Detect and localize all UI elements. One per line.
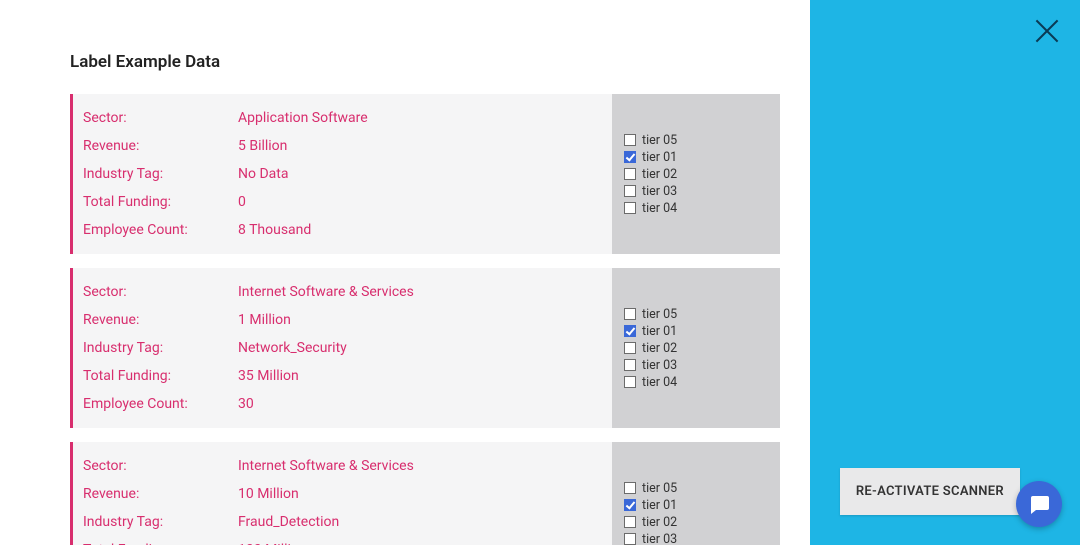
tier-label: tier 05 (642, 307, 677, 322)
tier-checkbox-03[interactable]: tier 03 (624, 357, 768, 374)
tier-selector: tier 05 tier 01 tier 02 tier 03 tier 04 (612, 268, 780, 428)
field-row-employee-count: Employee Count: 8 Thousand (83, 216, 612, 244)
field-row-revenue: Revenue: 10 Million (83, 480, 612, 508)
card-details: Sector: Internet Software & Services Rev… (70, 442, 612, 545)
checkbox-icon (624, 308, 636, 320)
field-label: Revenue: (83, 312, 238, 328)
field-label: Sector: (83, 458, 238, 474)
field-row-revenue: Revenue: 1 Million (83, 306, 612, 334)
field-value: 35 Million (238, 368, 299, 384)
checkbox-icon (624, 168, 636, 180)
field-row-sector: Sector: Internet Software & Services (83, 452, 612, 480)
field-label: Total Funding: (83, 368, 238, 384)
tier-checkbox-04[interactable]: tier 04 (624, 374, 768, 391)
tier-checkbox-03[interactable]: tier 03 (624, 183, 768, 200)
field-row-industry-tag: Industry Tag: Network_Security (83, 334, 612, 362)
field-label: Industry Tag: (83, 514, 238, 530)
field-row-revenue: Revenue: 5 Billion (83, 132, 612, 160)
tier-label: tier 02 (642, 515, 677, 530)
tier-checkbox-02[interactable]: tier 02 (624, 166, 768, 183)
tier-checkbox-01[interactable]: tier 01 (624, 149, 768, 166)
field-label: Employee Count: (83, 222, 238, 238)
field-label: Revenue: (83, 486, 238, 502)
tier-selector: tier 05 tier 01 tier 02 tier 03 tier 04 (612, 442, 780, 545)
checkbox-icon (624, 134, 636, 146)
field-row-total-funding: Total Funding: 35 Million (83, 362, 612, 390)
tier-label: tier 05 (642, 481, 677, 496)
reactivate-scanner-button[interactable]: RE-ACTIVATE SCANNER (840, 468, 1020, 515)
field-row-industry-tag: Industry Tag: No Data (83, 160, 612, 188)
tier-label: tier 01 (642, 324, 677, 339)
tier-checkbox-03[interactable]: tier 03 (624, 531, 768, 545)
page-title: Label Example Data (70, 52, 780, 72)
tier-checkbox-01[interactable]: tier 01 (624, 323, 768, 340)
field-label: Sector: (83, 110, 238, 126)
field-label: Revenue: (83, 138, 238, 154)
checkbox-icon (624, 376, 636, 388)
tier-label: tier 03 (642, 184, 677, 199)
checkbox-icon (624, 533, 636, 545)
card-details: Sector: Internet Software & Services Rev… (70, 268, 612, 428)
checkbox-icon (624, 325, 636, 337)
tier-label: tier 01 (642, 150, 677, 165)
field-value: 1 Million (238, 312, 291, 328)
main-panel: Label Example Data Sector: Application S… (0, 0, 810, 545)
tier-label: tier 03 (642, 358, 677, 373)
tier-checkbox-01[interactable]: tier 01 (624, 497, 768, 514)
tier-label: tier 02 (642, 341, 677, 356)
field-value: 30 (238, 396, 254, 412)
field-row-sector: Sector: Application Software (83, 104, 612, 132)
field-value: Application Software (238, 110, 368, 126)
field-row-total-funding: Total Funding: 0 (83, 188, 612, 216)
tier-label: tier 04 (642, 201, 677, 216)
label-card: Sector: Application Software Revenue: 5 … (70, 94, 780, 254)
field-row-industry-tag: Industry Tag: Fraud_Detection (83, 508, 612, 536)
tier-checkbox-02[interactable]: tier 02 (624, 340, 768, 357)
field-label: Industry Tag: (83, 340, 238, 356)
field-label: Employee Count: (83, 396, 238, 412)
tier-selector: tier 05 tier 01 tier 02 tier 03 tier 04 (612, 94, 780, 254)
field-value: Internet Software & Services (238, 458, 414, 474)
field-value: Fraud_Detection (238, 514, 339, 530)
field-value: No Data (238, 166, 288, 182)
tier-label: tier 02 (642, 167, 677, 182)
field-value: Network_Security (238, 340, 347, 356)
close-icon[interactable] (1032, 16, 1062, 46)
checkbox-icon (624, 359, 636, 371)
tier-label: tier 01 (642, 498, 677, 513)
field-row-employee-count: Employee Count: 30 (83, 390, 612, 418)
right-panel (810, 0, 1080, 545)
checkbox-icon (624, 499, 636, 511)
chat-fab[interactable] (1016, 481, 1062, 527)
field-label: Sector: (83, 284, 238, 300)
chat-icon (1027, 492, 1051, 516)
field-row-sector: Sector: Internet Software & Services (83, 278, 612, 306)
field-value: 10 Million (238, 486, 299, 502)
checkbox-icon (624, 185, 636, 197)
field-value: Internet Software & Services (238, 284, 414, 300)
field-value: 0 (238, 194, 246, 210)
tier-checkbox-05[interactable]: tier 05 (624, 480, 768, 497)
checkbox-icon (624, 202, 636, 214)
tier-label: tier 03 (642, 532, 677, 545)
card-details: Sector: Application Software Revenue: 5 … (70, 94, 612, 254)
tier-label: tier 05 (642, 133, 677, 148)
card-list: Sector: Application Software Revenue: 5 … (70, 94, 780, 545)
field-row-total-funding: Total Funding: 100 Million (83, 536, 612, 545)
field-label: Total Funding: (83, 194, 238, 210)
field-value: 8 Thousand (238, 222, 311, 238)
tier-checkbox-05[interactable]: tier 05 (624, 132, 768, 149)
tier-label: tier 04 (642, 375, 677, 390)
tier-checkbox-05[interactable]: tier 05 (624, 306, 768, 323)
tier-checkbox-02[interactable]: tier 02 (624, 514, 768, 531)
checkbox-icon (624, 342, 636, 354)
label-card: Sector: Internet Software & Services Rev… (70, 442, 780, 545)
tier-checkbox-04[interactable]: tier 04 (624, 200, 768, 217)
checkbox-icon (624, 482, 636, 494)
field-label: Industry Tag: (83, 166, 238, 182)
checkbox-icon (624, 151, 636, 163)
checkbox-icon (624, 516, 636, 528)
field-value: 5 Billion (238, 138, 287, 154)
label-card: Sector: Internet Software & Services Rev… (70, 268, 780, 428)
